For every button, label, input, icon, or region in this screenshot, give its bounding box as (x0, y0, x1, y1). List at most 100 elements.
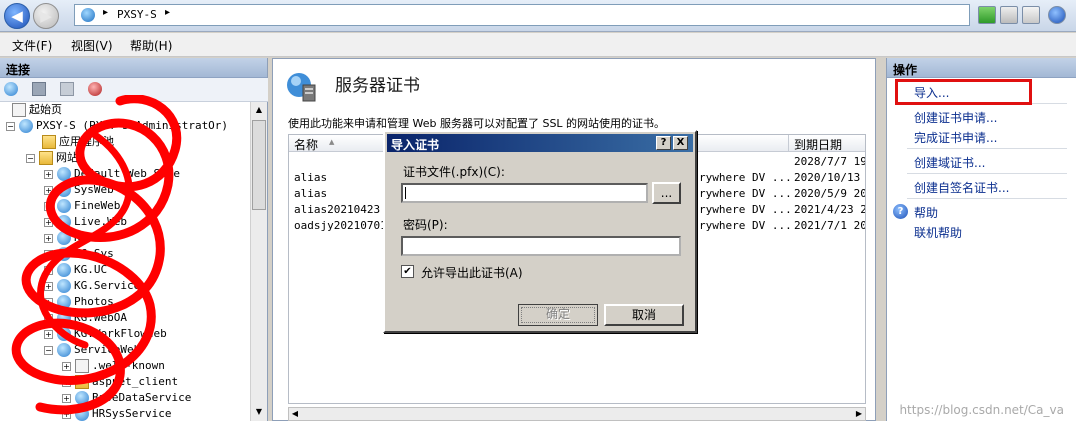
tree-item-site[interactable]: + KG.Web (44, 230, 114, 246)
expand-icon[interactable]: + (44, 329, 53, 339)
globe-icon (57, 183, 71, 197)
table-horizontal-scrollbar[interactable]: ◀ ▶ (288, 407, 866, 421)
tree-item-site[interactable]: + Live.Web (44, 214, 127, 230)
divider (907, 173, 1067, 174)
column-header-expiry[interactable]: 到期日期 (789, 135, 865, 152)
menu-view[interactable]: 视图(V) (71, 37, 113, 54)
expand-icon[interactable]: + (44, 201, 53, 211)
cancel-button[interactable]: 取消 (604, 304, 684, 326)
page-icon (12, 103, 26, 117)
globe-icon (75, 391, 89, 405)
expand-icon[interactable]: + (44, 217, 53, 227)
home-icon[interactable] (1022, 6, 1040, 24)
complete-cert-request-action[interactable]: 完成证书申请... (914, 129, 997, 146)
tree-item-site[interactable]: + KG.WorkFlowWeb (44, 326, 167, 342)
allow-export-label[interactable]: 允许导出此证书(A) (421, 264, 523, 281)
tree-item-app[interactable]: + BaseDataService (62, 390, 191, 406)
tree-item-site[interactable]: + Photos (44, 294, 114, 310)
cell-expiry: 2021/4/23 20 (794, 203, 866, 216)
scroll-thumb[interactable] (252, 120, 266, 210)
tree-item-start-page[interactable]: 起始页 (12, 102, 62, 118)
help-menu-icon[interactable] (1048, 6, 1066, 24)
text-cursor (405, 187, 406, 199)
forward-arrow-icon: ▶ (40, 7, 52, 25)
expand-icon[interactable]: + (44, 281, 53, 291)
tree-item-site[interactable]: + FineWeb (44, 198, 120, 214)
tree-item-app[interactable]: + HRSysService (62, 406, 171, 421)
forward-button[interactable]: ▶ (33, 3, 59, 29)
tree-item-folder[interactable]: + .well-known (62, 358, 165, 374)
cell-issuer: rywhere DV ... (699, 203, 792, 216)
globe-icon (57, 327, 71, 341)
tree-item-site[interactable]: + KG.Sys (44, 246, 114, 262)
certificate-file-label: 证书文件(.pfx)(C): (403, 165, 505, 179)
tree-item-sites[interactable]: − 网站 (26, 150, 78, 166)
back-arrow-icon: ◀ (11, 7, 23, 25)
cell-name[interactable]: alias20210423 (294, 203, 380, 216)
globe-icon (57, 311, 71, 325)
refresh-icon[interactable] (978, 6, 996, 24)
connections-panel: 连接 起始页 − PXSY-S (PXSY-S\AdministratOr) 应用… (0, 58, 268, 421)
address-input[interactable]: ▸ PXSY-S ▸ (74, 4, 970, 26)
expand-icon[interactable]: + (44, 313, 53, 323)
scroll-right-icon[interactable]: ▶ (853, 408, 865, 420)
collapse-icon[interactable]: − (44, 345, 53, 355)
back-button[interactable]: ◀ (4, 3, 30, 29)
cell-name[interactable]: alias (294, 171, 327, 184)
tree-item-site[interactable]: + SysWeb (44, 182, 114, 198)
save-icon[interactable] (32, 82, 46, 96)
create-self-signed-cert-action[interactable]: 创建自签名证书... (914, 179, 1009, 196)
folder-icon (39, 151, 53, 165)
help-action[interactable]: 帮助 (914, 204, 938, 221)
divider (907, 148, 1067, 149)
menu-file[interactable]: 文件(F) (12, 37, 52, 54)
cell-name[interactable]: alias (294, 187, 327, 200)
tree-item-site[interactable]: + KG.Service (44, 278, 140, 294)
cell-name[interactable]: oadsjy20210701 (294, 219, 387, 232)
dialog-close-button[interactable]: X (673, 136, 688, 150)
scroll-up-icon[interactable]: ▲ (252, 102, 266, 118)
tree-item-server[interactable]: − PXSY-S (PXSY-S\AdministratOr) (6, 118, 228, 134)
ok-button[interactable]: 确定 (518, 304, 598, 326)
tree-item-site[interactable]: − ServiceWeb (44, 342, 140, 358)
tree-item-site[interactable]: + Default Web Site (44, 166, 180, 182)
expand-icon[interactable]: + (44, 233, 53, 243)
expand-icon[interactable]: + (44, 169, 53, 179)
dialog-titlebar[interactable]: 导入证书 ? X (387, 134, 693, 152)
tree-item-site[interactable]: + KG.UC (44, 262, 107, 278)
expand-icon[interactable]: + (62, 409, 71, 419)
up-level-icon[interactable] (60, 82, 74, 96)
expand-icon[interactable]: + (44, 249, 53, 259)
stop-icon[interactable] (1000, 6, 1018, 24)
tree-item-app-pools[interactable]: 应用程序池 (42, 134, 114, 150)
tree-scrollbar[interactable]: ▲ ▼ (250, 102, 267, 421)
expand-icon[interactable]: + (62, 361, 71, 371)
expand-icon[interactable]: + (44, 265, 53, 275)
create-cert-request-action[interactable]: 创建证书申请... (914, 109, 997, 126)
scroll-left-icon[interactable]: ◀ (289, 408, 301, 420)
expand-icon[interactable]: + (44, 297, 53, 307)
folder-icon (42, 135, 56, 149)
allow-export-checkbox[interactable]: ✔ (401, 265, 414, 278)
connect-icon[interactable] (4, 82, 18, 96)
scroll-down-icon[interactable]: ▼ (252, 404, 266, 420)
server-icon (81, 8, 95, 22)
password-input[interactable] (401, 236, 681, 256)
collapse-icon[interactable]: − (6, 121, 15, 131)
online-help-action[interactable]: 联机帮助 (914, 224, 962, 241)
tree-item-site[interactable]: + KG.WebOA (44, 310, 127, 326)
disconnect-icon[interactable] (88, 82, 102, 96)
divider (907, 198, 1067, 199)
tree-item-folder[interactable]: + aspnet_client (62, 374, 178, 390)
breadcrumb-arrow-icon: ▸ (165, 7, 171, 18)
server-certificate-icon (287, 73, 316, 102)
expand-icon[interactable]: + (62, 377, 71, 387)
create-domain-cert-action[interactable]: 创建域证书... (914, 154, 985, 171)
certificate-file-input[interactable] (401, 183, 648, 203)
dialog-help-button[interactable]: ? (656, 136, 671, 150)
expand-icon[interactable]: + (62, 393, 71, 403)
collapse-icon[interactable]: − (26, 153, 35, 163)
browse-button[interactable]: ... (652, 182, 681, 204)
menu-help[interactable]: 帮助(H) (130, 37, 172, 54)
expand-icon[interactable]: + (44, 185, 53, 195)
